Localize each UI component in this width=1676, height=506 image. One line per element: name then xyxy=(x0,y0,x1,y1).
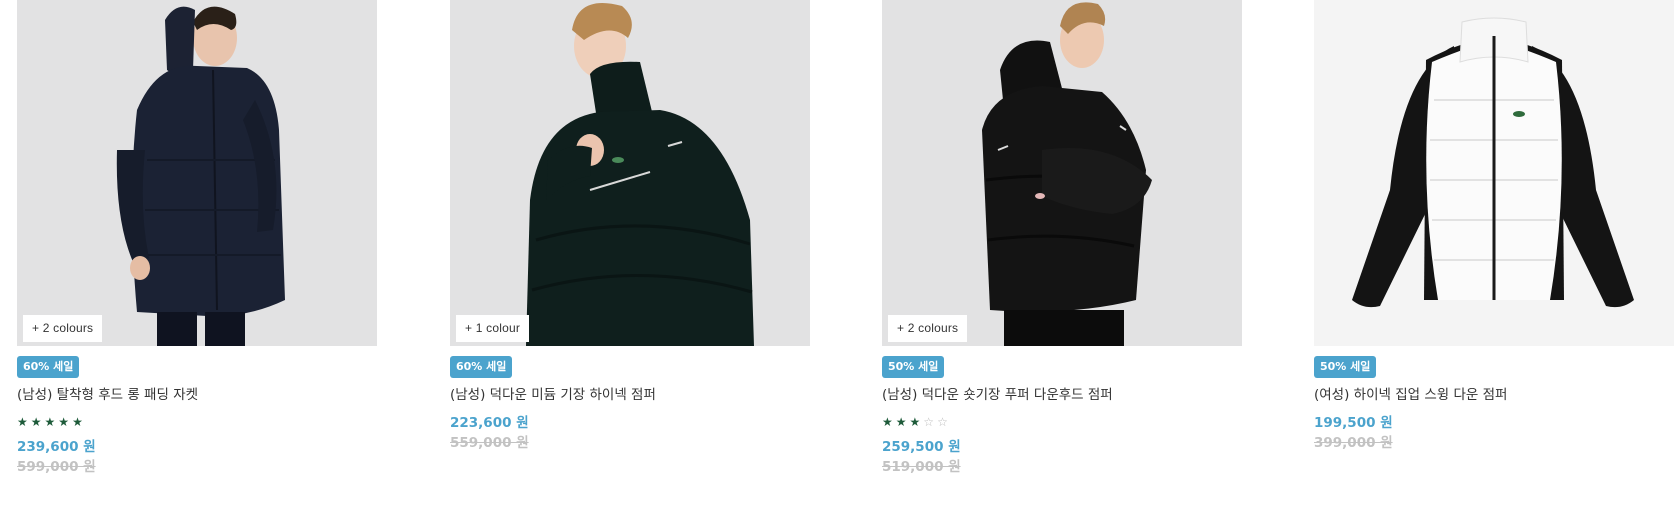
star-filled-icon: ★ xyxy=(58,415,70,429)
product-grid: + 2 colours 60% 세일 (남성) 탈착형 후드 롱 패딩 자켓 ★… xyxy=(0,0,1676,506)
colour-options-label[interactable]: + 1 colour xyxy=(456,315,530,342)
product-image[interactable]: + 2 colours xyxy=(882,0,1242,346)
sale-badge: 50% 세일 xyxy=(882,356,945,378)
product-card[interactable]: + 2 colours 60% 세일 (남성) 탈착형 후드 롱 패딩 자켓 ★… xyxy=(17,0,377,476)
model-navy-long-parka-image xyxy=(116,6,285,346)
product-card[interactable]: + 1 colour 60% 세일 (남성) 덕다운 미듐 기장 하이넥 점퍼 … xyxy=(450,0,810,452)
product-name[interactable]: (여성) 하이넥 집업 스윙 다운 점퍼 xyxy=(1314,386,1674,404)
rating-stars: ★ ★ ★ ☆ ☆ xyxy=(882,416,1242,428)
sale-badge: 50% 세일 xyxy=(1314,356,1377,378)
product-name[interactable]: (남성) 덕다운 미듐 기장 하이넥 점퍼 xyxy=(450,386,810,404)
star-filled-icon: ★ xyxy=(44,415,56,429)
sale-price: 223,600 원 xyxy=(450,415,529,431)
product-image[interactable] xyxy=(1314,0,1674,346)
product-card[interactable]: + 2 colours 50% 세일 (남성) 덕다운 숏기장 푸퍼 다운후드 … xyxy=(882,0,1242,476)
sale-price: 239,600 원 xyxy=(17,439,96,455)
star-filled-icon: ★ xyxy=(72,415,83,429)
star-filled-icon: ★ xyxy=(30,415,42,429)
star-filled-icon: ★ xyxy=(909,415,921,429)
star-filled-icon: ★ xyxy=(882,415,893,429)
sale-price: 259,500 원 xyxy=(882,439,961,455)
sale-price: 199,500 원 xyxy=(1314,415,1393,431)
colour-options-label[interactable]: + 2 colours xyxy=(888,315,968,342)
model-black-short-puffer-image xyxy=(982,2,1152,346)
white-black-zip-up-jacket-image xyxy=(1352,17,1634,308)
original-price: 399,000 원 xyxy=(1314,435,1393,451)
rating-stars: ★ ★ ★ ★ ★ xyxy=(17,416,377,428)
star-filled-icon: ★ xyxy=(895,415,907,429)
star-empty-icon: ☆ xyxy=(923,415,935,429)
product-name[interactable]: (남성) 탈착형 후드 롱 패딩 자켓 xyxy=(17,386,377,404)
sale-badge: 60% 세일 xyxy=(450,356,513,378)
original-price: 519,000 원 xyxy=(882,459,961,475)
product-image[interactable]: + 1 colour xyxy=(450,0,810,346)
product-image[interactable]: + 2 colours xyxy=(17,0,377,346)
product-name[interactable]: (남성) 덕다운 숏기장 푸퍼 다운후드 점퍼 xyxy=(882,386,1242,404)
star-empty-icon: ☆ xyxy=(937,415,948,429)
sale-badge: 60% 세일 xyxy=(17,356,80,378)
model-dark-green-puffer-image xyxy=(526,3,754,346)
star-filled-icon: ★ xyxy=(17,415,28,429)
original-price: 559,000 원 xyxy=(450,435,529,451)
product-card[interactable]: 50% 세일 (여성) 하이넥 집업 스윙 다운 점퍼 199,500 원 39… xyxy=(1314,0,1674,452)
original-price: 599,000 원 xyxy=(17,459,96,475)
colour-options-label[interactable]: + 2 colours xyxy=(23,315,103,342)
